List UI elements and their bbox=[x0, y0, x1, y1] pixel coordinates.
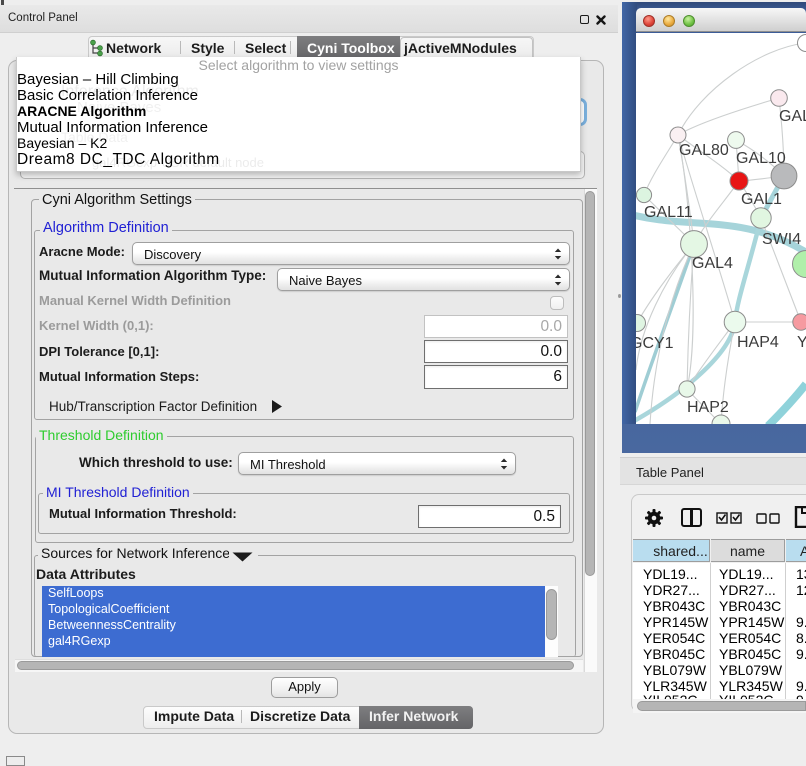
svg-text:GAL7: GAL7 bbox=[779, 108, 806, 125]
svg-text:HAP2: HAP2 bbox=[687, 399, 729, 416]
svg-text:GAL1: GAL1 bbox=[741, 191, 782, 208]
svg-text:Y: Y bbox=[797, 334, 806, 351]
svg-text:GAL4: GAL4 bbox=[692, 255, 733, 272]
svg-text:HAP4: HAP4 bbox=[737, 334, 779, 351]
svg-text:GAL11: GAL11 bbox=[644, 204, 693, 221]
svg-text:GCY1: GCY1 bbox=[636, 335, 674, 352]
svg-text:GAL80: GAL80 bbox=[679, 142, 729, 159]
svg-text:GAL10: GAL10 bbox=[736, 150, 786, 167]
svg-text:SWI4: SWI4 bbox=[762, 231, 801, 248]
